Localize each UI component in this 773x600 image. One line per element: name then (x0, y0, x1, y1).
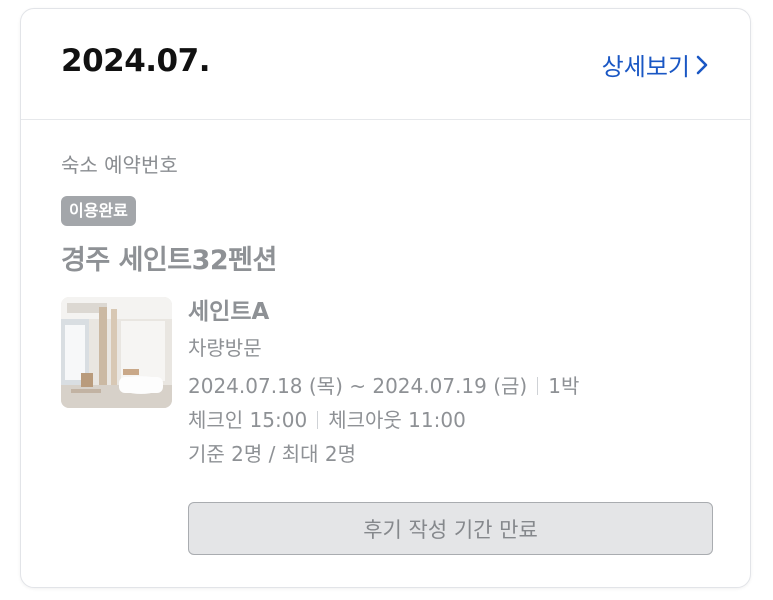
check-times-line: 체크인 15:00 체크아웃 11:00 (188, 407, 579, 433)
visit-type: 차량방문 (188, 336, 262, 360)
divider (317, 411, 319, 429)
order-date: 2024.07. (61, 43, 210, 79)
room-summary: 세인트A 차량방문 2024.07.18 (목) ~ 2024.07.19 (금… (61, 297, 710, 487)
review-expired-button[interactable]: 후기 작성 기간 만료 (188, 502, 713, 555)
status-badge: 이용완료 (61, 196, 136, 226)
stay-dates: 2024.07.18 (목) ~ 2024.07.19 (금) (188, 374, 528, 398)
card-header: 2024.07. 상세보기 (21, 9, 750, 120)
reservation-card: 2024.07. 상세보기 숙소 예약번호 이용완료 경주 세인트32펜션 세인… (20, 8, 751, 588)
guest-capacity: 기준 2명 / 최대 2명 (188, 442, 357, 466)
nights-count: 1박 (548, 374, 580, 398)
property-name: 경주 세인트32펜션 (61, 245, 277, 276)
card-body: 숙소 예약번호 이용완료 경주 세인트32펜션 세인트A 차량방문 2024.0… (61, 149, 710, 487)
chevron-right-icon (696, 55, 708, 75)
view-details-link[interactable]: 상세보기 (602, 47, 708, 82)
room-name: 세인트A (188, 299, 270, 325)
check-out-time: 체크아웃 11:00 (328, 408, 466, 432)
reservation-number-label: 숙소 예약번호 (61, 153, 178, 177)
check-in-time: 체크인 15:00 (188, 408, 308, 432)
view-details-label: 상세보기 (601, 53, 690, 81)
room-info: 세인트A 차량방문 2024.07.18 (목) ~ 2024.07.19 (금… (188, 297, 579, 467)
room-thumbnail (61, 297, 172, 408)
divider (537, 377, 539, 395)
stay-dates-line: 2024.07.18 (목) ~ 2024.07.19 (금) 1박 (188, 373, 579, 399)
